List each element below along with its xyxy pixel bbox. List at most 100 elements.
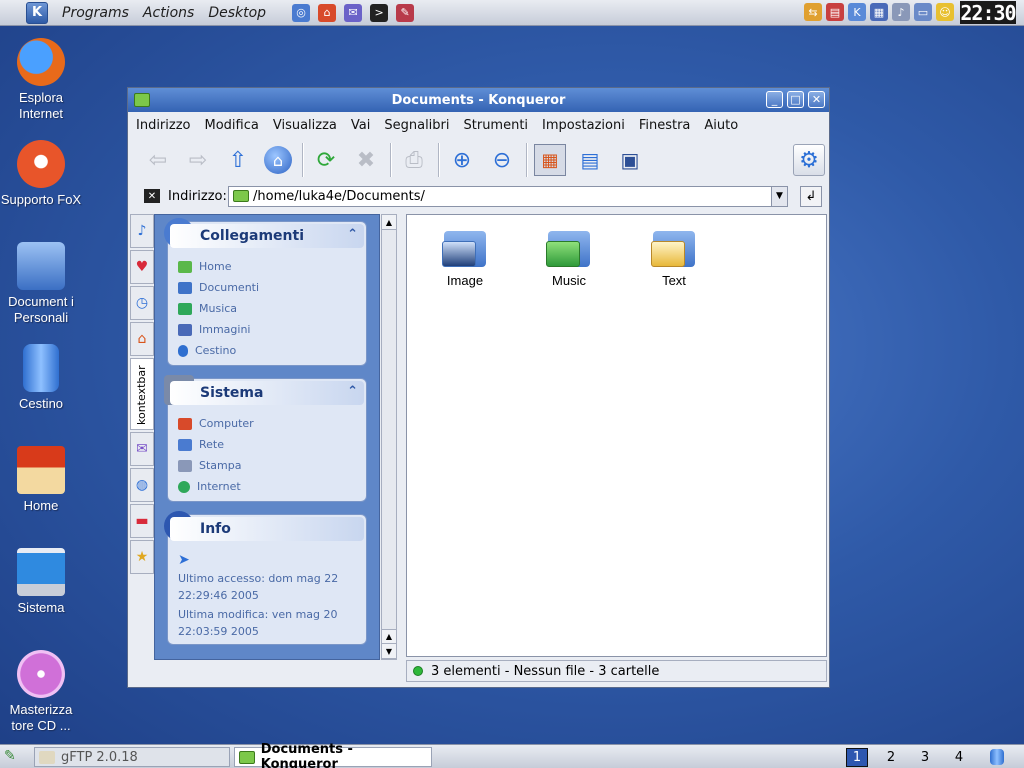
maximize-button[interactable]: □ [787, 91, 804, 108]
zoom-out-icon[interactable]: ⊖ [486, 144, 518, 176]
link-music[interactable]: Musica [178, 298, 366, 319]
sidebar-tab-media[interactable]: ♪ [130, 214, 154, 248]
last-access-text: Ultimo accesso: dom mag 22 22:29:46 2005 [178, 572, 339, 602]
links-header[interactable]: Collegamenti ⌃ [170, 224, 364, 248]
reload-icon[interactable]: ⟳ [310, 144, 342, 176]
desktop-icon-browser[interactable]: Esplora Internet [0, 38, 82, 122]
show-desktop-icon[interactable]: ✎ [4, 748, 22, 766]
sidebar-tab-history[interactable]: ◷ [130, 286, 154, 320]
desktop-icon-trash[interactable]: Cestino [0, 344, 82, 412]
desktop-icon-system[interactable]: Sistema [0, 548, 82, 616]
folder-red-icon: ▬ [135, 513, 149, 529]
home-button-icon[interactable]: ⌂ [262, 144, 294, 176]
browser-launcher-icon[interactable]: ◎ [292, 3, 311, 22]
scroll-down-icon[interactable]: ▼ [382, 644, 396, 659]
gear-icon[interactable]: ⚙ [793, 144, 825, 176]
windows-tray-icon[interactable]: ▦ [870, 3, 888, 21]
link-images[interactable]: Immagini [178, 319, 366, 340]
menu-desktop[interactable]: Desktop [208, 5, 266, 21]
tree-view-icon[interactable]: ▤ [574, 144, 606, 176]
link-trash[interactable]: Cestino [178, 340, 366, 361]
user-tray-icon[interactable]: ☺ [936, 3, 954, 21]
last-modified-text: Ultima modifica: ven mag 20 22:03:59 200… [178, 608, 338, 638]
menu-finestra[interactable]: Finestra [639, 118, 691, 133]
menu-actions[interactable]: Actions [143, 5, 194, 21]
window-titlebar[interactable]: Documents - Konqueror _ □ ✕ [128, 88, 829, 112]
chevron-down-icon[interactable]: ▼ [771, 186, 787, 206]
desktop-icon-support[interactable]: Supporto FoX [0, 140, 82, 208]
go-button[interactable]: ↲ [800, 185, 822, 207]
desktop-icon-home[interactable]: Home [0, 446, 82, 514]
chat-launcher-icon[interactable]: ✉ [344, 3, 363, 22]
volume-tray-icon[interactable]: ♪ [892, 3, 910, 21]
desktop-switch-4[interactable]: 4 [948, 748, 970, 767]
home-launcher-icon[interactable]: ⌂ [318, 3, 337, 22]
terminal-launcher-icon[interactable]: > [370, 3, 389, 22]
sidebar-tab-home[interactable]: ⌂ [130, 322, 154, 356]
klipper-tray-icon[interactable]: K [848, 3, 866, 21]
network-tray-icon[interactable]: ⇆ [804, 3, 822, 21]
task-konqueror[interactable]: Documents - Konqueror [234, 742, 432, 768]
link-internet[interactable]: Internet [178, 476, 366, 497]
menu-indirizzo[interactable]: Indirizzo [136, 118, 191, 133]
link-computer[interactable]: Computer [178, 413, 366, 434]
clear-location-icon[interactable]: ✕ [144, 189, 160, 203]
location-input[interactable]: /home/luka4e/Documents/ ▼ [228, 185, 788, 207]
menu-vai[interactable]: Vai [351, 118, 370, 133]
desktop-switch-2[interactable]: 2 [880, 748, 902, 767]
menu-segnalibri[interactable]: Segnalibri [384, 118, 449, 133]
desktop-switch-1[interactable]: 1 [846, 748, 868, 767]
menu-modifica[interactable]: Modifica [205, 118, 259, 133]
link-home[interactable]: Home [178, 256, 366, 277]
notes-tray-icon[interactable]: ▤ [826, 3, 844, 21]
zoom-in-icon[interactable]: ⊕ [446, 144, 478, 176]
folder-item-music[interactable]: Music [534, 227, 604, 288]
sidebar-tab-network[interactable]: ◍ [130, 468, 154, 502]
folder-item-image[interactable]: Image [430, 227, 500, 288]
scroll-up-icon[interactable]: ▲ [382, 215, 396, 230]
forward-arrow-icon[interactable]: ⇨ [182, 144, 214, 176]
desktop-switch-3[interactable]: 3 [914, 748, 936, 767]
minimize-button[interactable]: _ [766, 91, 783, 108]
up-arrow-icon[interactable]: ⇧ [222, 144, 254, 176]
menu-strumenti[interactable]: Strumenti [464, 118, 529, 133]
info-header[interactable]: Info [170, 517, 364, 541]
sidebar-tab-chat[interactable]: ✉ [130, 432, 154, 466]
file-view[interactable]: Image Music Text [406, 214, 827, 657]
display-tray-icon[interactable]: ▭ [914, 3, 932, 21]
menu-programs[interactable]: Programs [62, 5, 129, 21]
task-gftp[interactable]: gFTP 2.0.18 [34, 747, 230, 767]
sidebar-scrollbar[interactable]: ▲ ▲ ▼ [381, 214, 397, 660]
k-menu-icon[interactable]: K [26, 1, 48, 24]
stop-icon[interactable]: ✖ [350, 144, 382, 176]
editor-launcher-icon[interactable]: ✎ [396, 3, 415, 22]
sidebar-tab-folders[interactable]: ▬ [130, 504, 154, 538]
menu-visualizza[interactable]: Visualizza [273, 118, 337, 133]
system-header[interactable]: Sistema ⌃ [170, 381, 364, 405]
trash-icon[interactable] [990, 749, 1004, 765]
menu-aiuto[interactable]: Aiuto [704, 118, 738, 133]
close-button[interactable]: ✕ [808, 91, 825, 108]
desktop-icon-documents[interactable]: Document i Personali [0, 242, 82, 326]
back-arrow-icon[interactable]: ⇦ [142, 144, 174, 176]
desktop-icon-cd-burner[interactable]: Masterizza tore CD ... [0, 650, 82, 734]
sidebar-tab-favorites[interactable]: ★ [130, 540, 154, 574]
folder-item-text[interactable]: Text [639, 227, 709, 288]
link-print[interactable]: Stampa [178, 455, 366, 476]
icon-view-icon[interactable]: ▦ [534, 144, 566, 176]
collapse-icon[interactable]: ⌃ [347, 384, 358, 399]
collapse-icon[interactable]: ⌃ [347, 227, 358, 242]
preview-view-icon[interactable]: ▣ [614, 144, 646, 176]
link-network[interactable]: Rete [178, 434, 366, 455]
clock[interactable]: 22:30 [960, 1, 1017, 25]
sidebar-tab-bookmarks[interactable]: ♥ [130, 250, 154, 284]
menu-impostazioni[interactable]: Impostazioni [542, 118, 625, 133]
globe-icon: ◍ [135, 477, 149, 493]
link-label: Home [199, 260, 232, 273]
fox-icon [17, 140, 65, 188]
sidebar-tab-kontextbar[interactable]: kontextbar [130, 358, 154, 430]
task-label: gFTP 2.0.18 [61, 749, 138, 765]
print-icon[interactable]: ⎙ [398, 144, 430, 176]
link-documents[interactable]: Documenti [178, 277, 366, 298]
scroll-up-icon[interactable]: ▲ [382, 629, 396, 644]
